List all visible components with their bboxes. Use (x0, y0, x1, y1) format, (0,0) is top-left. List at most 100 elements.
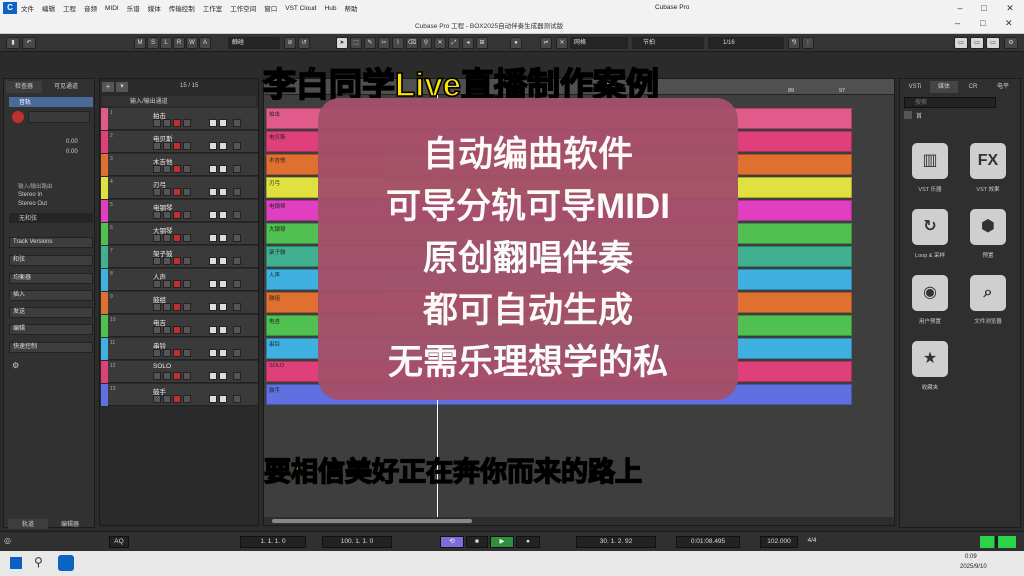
write-automation-icon[interactable] (219, 165, 227, 173)
tab-visibility[interactable]: 可见通道 (46, 81, 86, 93)
track-row[interactable]: 10 电吉 (101, 315, 258, 337)
split-tool-icon[interactable]: ✂ (378, 37, 390, 49)
snap-type-icon[interactable]: ✕ (556, 37, 568, 49)
inspector-track-name[interactable]: 音轨 (9, 97, 93, 107)
project-minimize-button[interactable]: – (955, 18, 960, 28)
read-button[interactable]: R (173, 37, 185, 49)
monitor-icon[interactable] (183, 280, 191, 288)
zoom-tool-icon[interactable]: ⚲ (420, 37, 432, 49)
app-close-button[interactable]: ✕ (998, 1, 1022, 15)
edit-channel-icon[interactable] (233, 395, 241, 403)
favorites-icon[interactable]: ★ (912, 341, 948, 377)
monitor-icon[interactable] (183, 211, 191, 219)
write-automation-icon[interactable] (219, 119, 227, 127)
performance-icon[interactable]: ◎ (4, 536, 16, 548)
monitor-icon[interactable] (183, 188, 191, 196)
solo-toggle-icon[interactable] (163, 165, 171, 173)
read-automation-icon[interactable] (209, 395, 217, 403)
edit-channel-icon[interactable] (233, 326, 241, 334)
clock-date[interactable]: 2025/9/10 (960, 564, 987, 570)
monitor-icon[interactable] (183, 349, 191, 357)
auto-quantize-button[interactable]: AQ (109, 536, 129, 548)
quantize-settings-icon[interactable]: ⋮ (802, 37, 814, 49)
read-automation-icon[interactable] (209, 349, 217, 357)
menu-window[interactable]: 窗口 (264, 3, 277, 13)
routing-output[interactable]: Stereo Out (18, 201, 47, 207)
stop-button[interactable]: ■ (466, 536, 488, 548)
write-button[interactable]: W (186, 37, 198, 49)
monitor-icon[interactable] (183, 395, 191, 403)
track-row[interactable]: 11 串铃 (101, 338, 258, 360)
loop-icon[interactable]: ↻ (912, 209, 948, 245)
solo-toggle-icon[interactable] (163, 326, 171, 334)
tab-meter[interactable]: 电平 (988, 81, 1018, 93)
section-edit[interactable]: 编辑 (9, 324, 93, 335)
scrollbar-thumb[interactable] (272, 519, 472, 523)
record-arm-icon[interactable] (173, 211, 181, 219)
track-color-strip[interactable] (101, 384, 108, 406)
read-automation-icon[interactable] (209, 211, 217, 219)
play-button[interactable]: ▶ (490, 536, 514, 548)
track-row[interactable]: 5 电钢琴 (101, 200, 258, 222)
read-automation-icon[interactable] (209, 303, 217, 311)
mute-toggle-icon[interactable] (153, 234, 161, 242)
automation-button[interactable]: A (199, 37, 211, 49)
color-tool-icon[interactable]: ● (510, 37, 522, 49)
menu-audio[interactable]: 音频 (84, 3, 97, 13)
write-automation-icon[interactable] (219, 395, 227, 403)
record-arm-icon[interactable] (173, 395, 181, 403)
mute-toggle-icon[interactable] (153, 326, 161, 334)
record-button[interactable]: ● (516, 536, 540, 548)
solo-toggle-icon[interactable] (163, 234, 171, 242)
mute-toggle-icon[interactable] (153, 280, 161, 288)
record-arm-icon[interactable] (173, 257, 181, 265)
track-row[interactable]: 12 SOLO (101, 361, 258, 383)
fx-icon[interactable]: FX (970, 143, 1006, 179)
write-automation-icon[interactable] (219, 303, 227, 311)
position-display[interactable]: 30. 1. 2. 92 (576, 536, 656, 548)
record-arm-icon[interactable] (173, 188, 181, 196)
cubase-taskbar-icon[interactable] (58, 555, 74, 571)
menu-edit[interactable]: 编辑 (42, 3, 55, 13)
preset-icon[interactable]: ⬢ (970, 209, 1006, 245)
chord-track-select[interactable]: 无和弦 (9, 213, 93, 223)
read-automation-icon[interactable] (209, 119, 217, 127)
piano-icon[interactable]: ▥ (912, 143, 948, 179)
quantize-select[interactable]: 1/16 (708, 37, 784, 49)
record-arm-icon[interactable] (173, 349, 181, 357)
section-track-versions[interactable]: Track Versions (9, 237, 93, 248)
show-lower-zone-icon[interactable]: ▭ (970, 37, 984, 49)
add-track-icon[interactable]: + (102, 82, 114, 92)
menu-media[interactable]: 媒体 (148, 3, 161, 13)
track-color-strip[interactable] (101, 315, 108, 337)
track-row[interactable]: 7 架子鼓 (101, 246, 258, 268)
glue-tool-icon[interactable]: ⌇ (392, 37, 404, 49)
mute-toggle-icon[interactable] (153, 119, 161, 127)
monitor-icon[interactable] (183, 326, 191, 334)
read-automation-icon[interactable] (209, 165, 217, 173)
record-arm-icon[interactable] (173, 142, 181, 150)
track-color-strip[interactable] (101, 338, 108, 360)
tab-vsti[interactable]: VSTi (902, 81, 928, 93)
horizontal-scrollbar[interactable] (264, 517, 894, 525)
undo-icon[interactable]: ↶ (22, 37, 36, 49)
tab-cr[interactable]: CR (960, 81, 986, 93)
track-controls-strip[interactable] (28, 111, 90, 123)
menu-project[interactable]: 工程 (63, 3, 76, 13)
erase-tool-icon[interactable]: ⌫ (406, 37, 418, 49)
time-signature-display[interactable]: 4/4 (800, 536, 824, 548)
record-arm-icon[interactable] (173, 119, 181, 127)
constrain-delay-icon[interactable]: ↺ (298, 37, 310, 49)
track-row[interactable]: 3 木吉他 (101, 154, 258, 176)
section-quick-controls[interactable]: 快速控制 (9, 342, 93, 353)
app-minimize-button[interactable]: – (948, 1, 972, 15)
read-automation-icon[interactable] (209, 280, 217, 288)
draw-tool-icon[interactable]: ✎ (364, 37, 376, 49)
read-automation-icon[interactable] (209, 326, 217, 334)
record-arm-icon[interactable] (173, 165, 181, 173)
app-maximize-button[interactable]: □ (972, 1, 996, 15)
monitor-icon[interactable] (183, 303, 191, 311)
solo-toggle-icon[interactable] (163, 257, 171, 265)
solo-toggle-icon[interactable] (163, 349, 171, 357)
monitor-icon[interactable] (183, 165, 191, 173)
